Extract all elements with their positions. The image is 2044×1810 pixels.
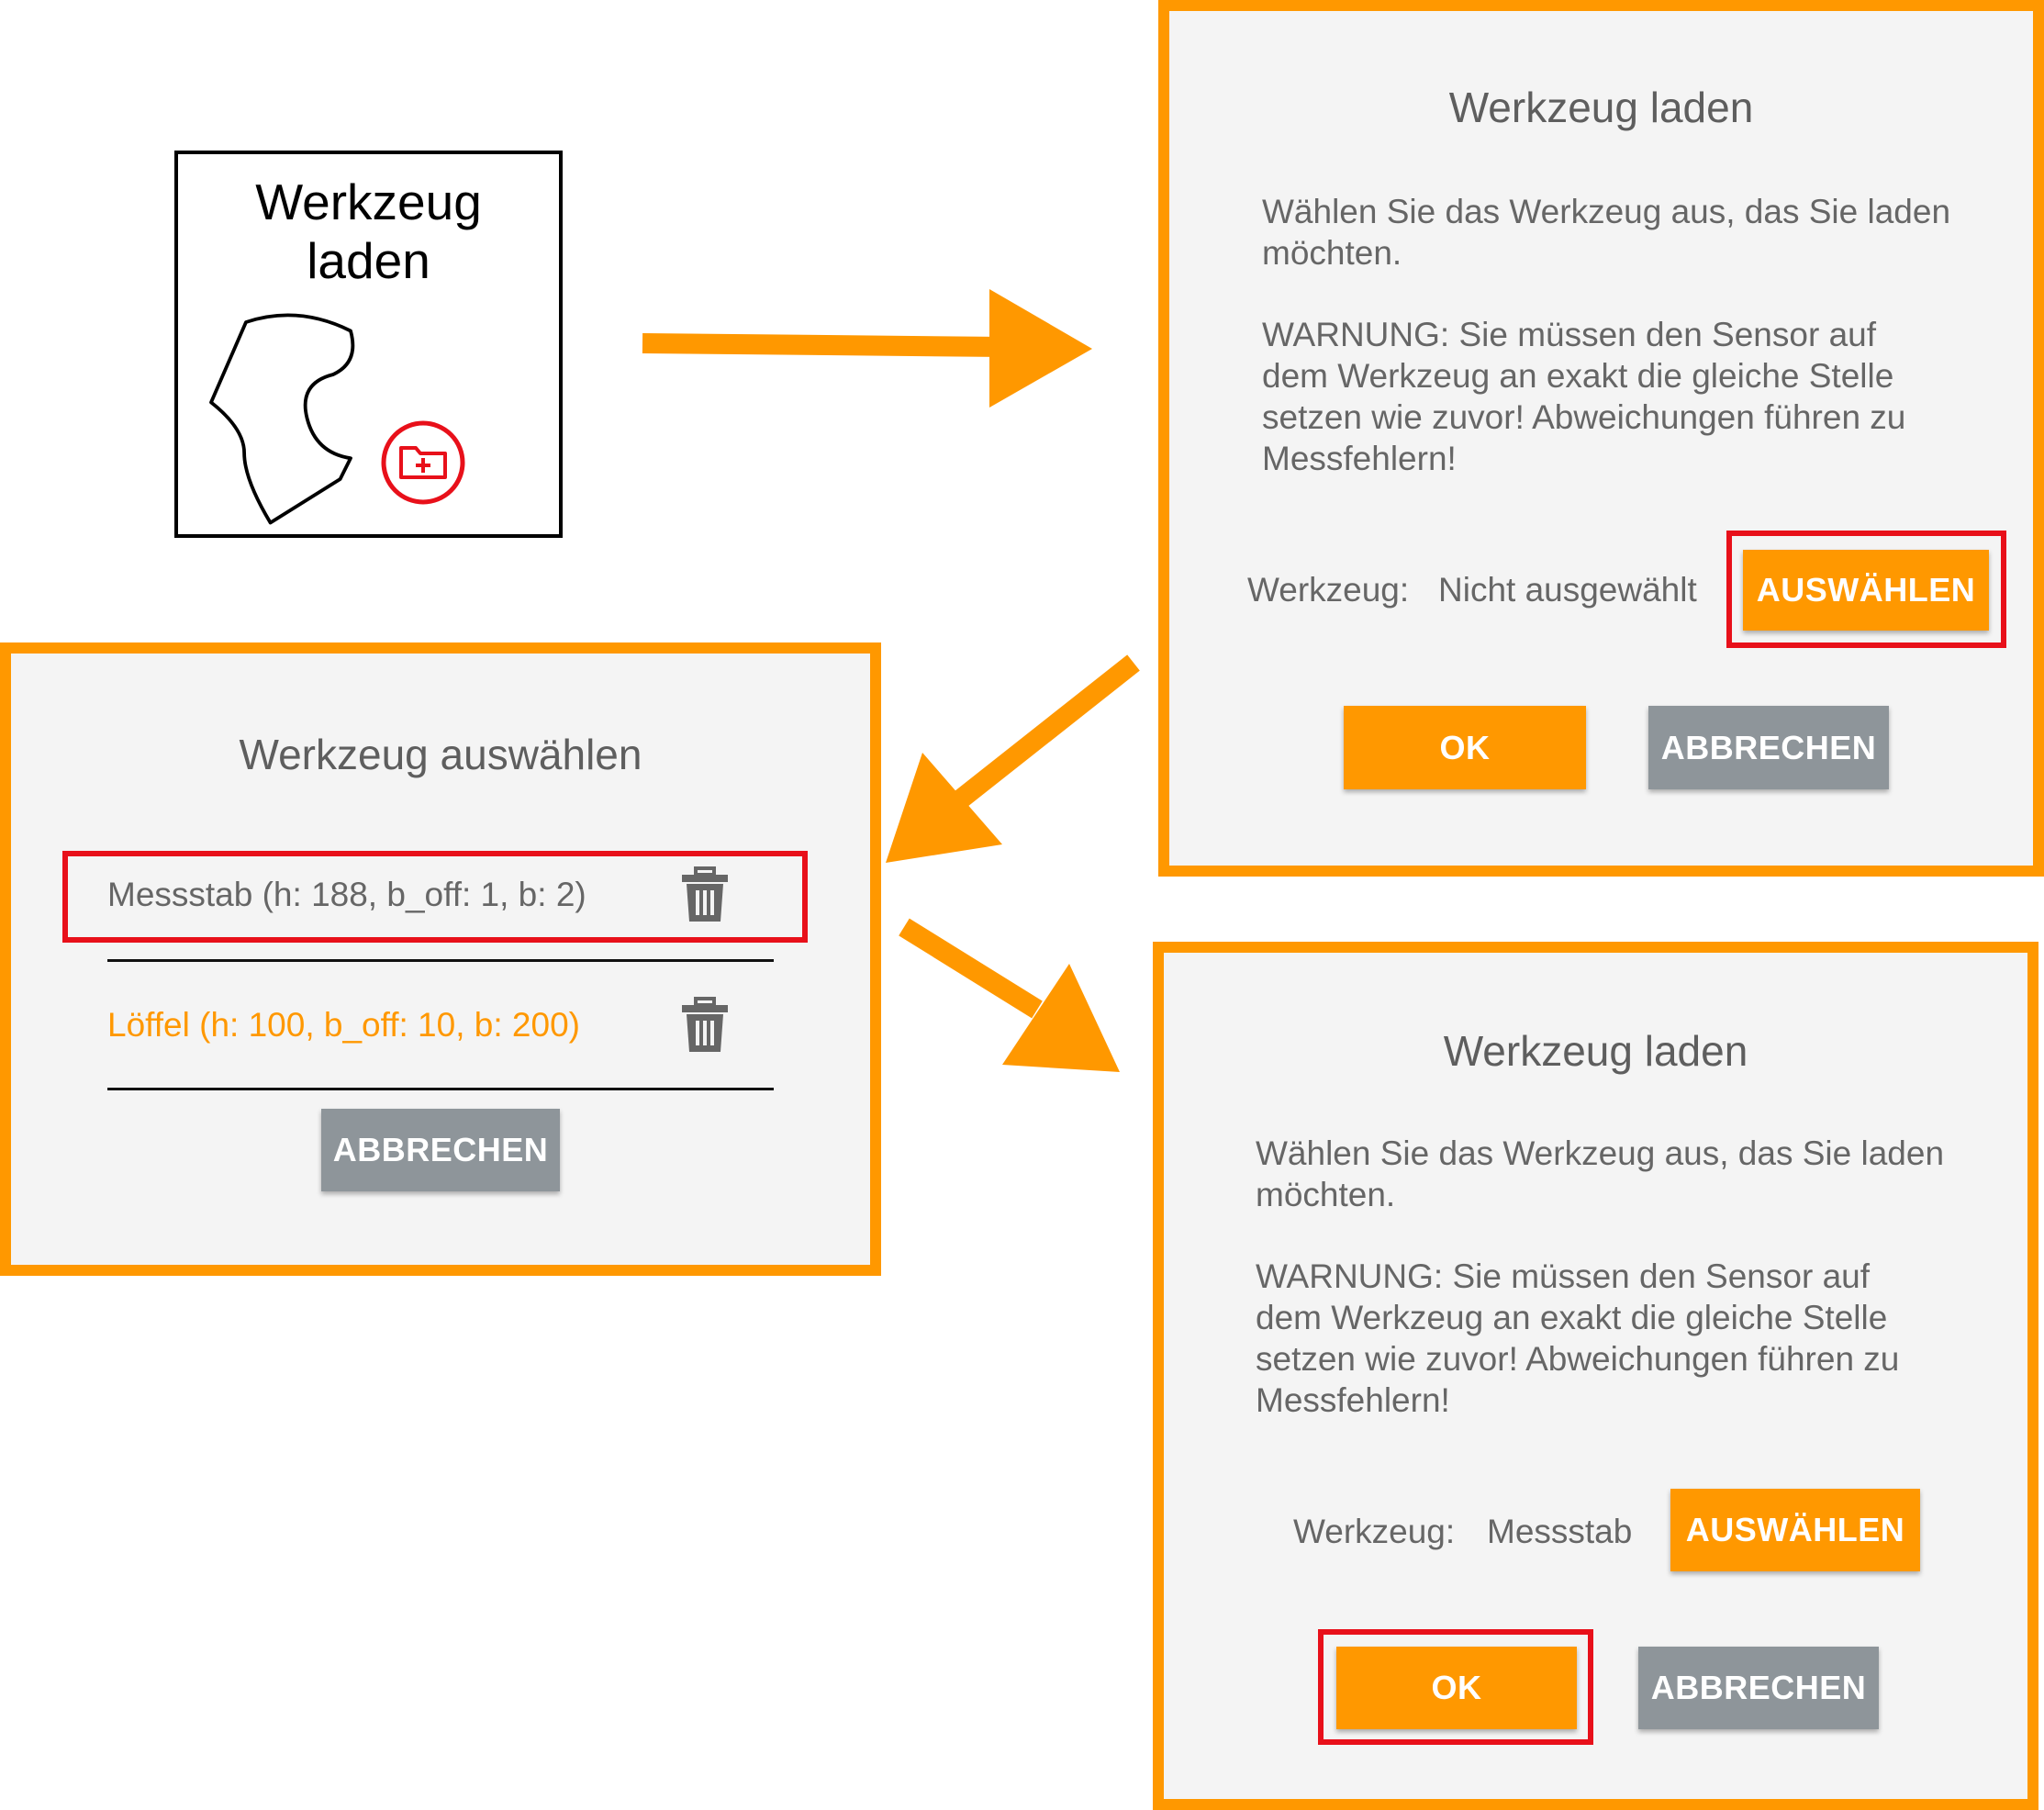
tool-label: Werkzeug: <box>1293 1513 1456 1550</box>
ok-button[interactable]: OK <box>1344 706 1586 789</box>
load-tool-dialog-initial: Werkzeug laden Wählen Sie das Werkzeug a… <box>1158 0 2044 877</box>
highlight-box <box>1318 1629 1593 1745</box>
dialog-description: Wählen Sie das Werkzeug aus, das Sie lad… <box>1256 1134 1945 1213</box>
cancel-button[interactable]: ABBRECHEN <box>1638 1647 1879 1729</box>
divider <box>107 959 774 962</box>
dialog-title: Werkzeug laden <box>1448 84 1754 131</box>
arrow-down-right <box>899 918 1120 1072</box>
trash-icon[interactable] <box>680 997 730 1054</box>
load-tool-dialog-selected: Werkzeug laden Wählen Sie das Werkzeug a… <box>1153 942 2038 1810</box>
dialog-warning: WARNUNG: Sie müssen den Sensor auf dem W… <box>1256 1257 1900 1419</box>
dialog-title: Werkzeug auswählen <box>239 731 642 778</box>
dialog-warning: WARNUNG: Sie müssen den Sensor auf dem W… <box>1262 316 1906 477</box>
dialog-title: Werkzeug laden <box>1443 1027 1748 1075</box>
highlight-box <box>62 851 808 943</box>
tool-value: Messstab <box>1487 1513 1633 1550</box>
divider <box>107 1088 774 1090</box>
select-tool-button[interactable]: AUSWÄHLEN <box>1670 1489 1920 1571</box>
dialog-description: Wählen Sie das Werkzeug aus, das Sie lad… <box>1262 193 1951 272</box>
tool-value: Nicht ausgewählt <box>1438 571 1697 609</box>
cancel-button[interactable]: ABBRECHEN <box>321 1109 560 1191</box>
arrow-down-left <box>886 654 1140 863</box>
cancel-button[interactable]: ABBRECHEN <box>1648 706 1889 789</box>
arrow-right <box>642 289 1092 408</box>
highlight-box <box>1726 531 2006 648</box>
list-item[interactable]: Löffel (h: 100, b_off: 10, b: 200) <box>107 1006 580 1045</box>
tool-label: Werkzeug: <box>1247 571 1410 609</box>
select-tool-dialog: Werkzeug auswählen Messstab (h: 188, b_o… <box>0 642 881 1276</box>
